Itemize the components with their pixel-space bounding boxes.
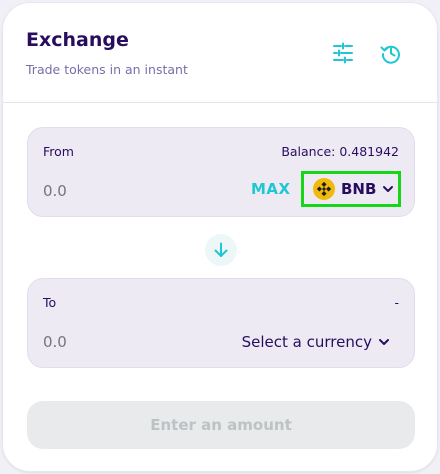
to-amount-input[interactable] — [43, 333, 163, 351]
submit-button[interactable]: Enter an amount — [27, 401, 415, 449]
to-label: To — [43, 295, 57, 310]
chevron-down-icon — [378, 338, 390, 346]
page-subtitle: Trade tokens in an instant — [26, 62, 188, 77]
from-amount-input[interactable] — [43, 182, 163, 200]
arrow-down-icon[interactable] — [205, 234, 237, 266]
select-currency-label: Select a currency — [241, 333, 372, 351]
from-panel: From Balance: 0.481942 MAX BNB — [27, 127, 415, 217]
chevron-down-icon — [382, 185, 394, 193]
to-balance: - — [394, 295, 399, 310]
from-currency-select[interactable]: BNB — [301, 171, 401, 207]
history-icon[interactable] — [379, 41, 403, 65]
card-header: Exchange Trade tokens in an instant — [3, 3, 439, 103]
to-panel: To - Select a currency — [27, 278, 415, 368]
bnb-logo-icon — [313, 178, 335, 200]
settings-icon[interactable] — [331, 41, 355, 65]
exchange-card: Exchange Trade tokens in an instant From… — [2, 2, 439, 472]
to-currency-select[interactable]: Select a currency — [242, 333, 390, 351]
from-currency-label: BNB — [341, 180, 377, 198]
from-label: From — [43, 144, 74, 159]
from-balance: Balance: 0.481942 — [281, 144, 399, 159]
page-title: Exchange — [26, 29, 129, 51]
max-button[interactable]: MAX — [251, 180, 291, 198]
